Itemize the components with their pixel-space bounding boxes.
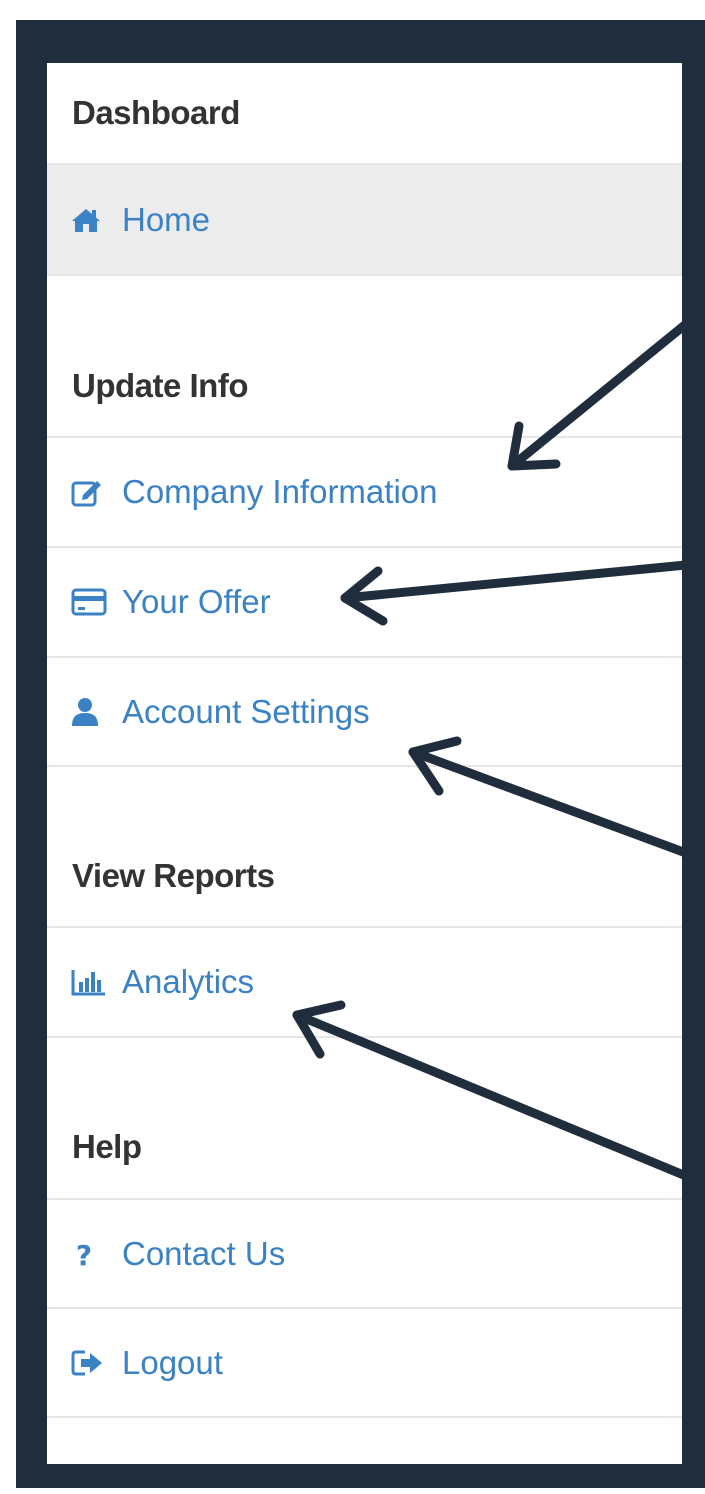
section-header-update-info: Update Info — [47, 276, 682, 438]
section-header-label: Help — [72, 1128, 142, 1165]
sidebar-item-label: Home — [122, 200, 211, 238]
section-header-help: Help — [47, 1038, 682, 1200]
sidebar-item-home[interactable]: Home — [47, 165, 682, 276]
section-header-label: Dashboard — [72, 94, 240, 131]
logout-icon — [71, 1344, 109, 1382]
question-icon: ? — [71, 1235, 109, 1273]
user-icon — [71, 693, 109, 731]
sidebar-item-your-offer[interactable]: Your Offer — [47, 548, 682, 658]
section-header-label: View Reports — [72, 856, 275, 894]
sidebar-item-label: Company Information — [122, 473, 438, 510]
sidebar-item-label: Your Offer — [122, 583, 271, 620]
sidebar-item-account-settings[interactable]: Account Settings — [47, 658, 682, 767]
sidebar-item-logout[interactable]: Logout — [47, 1309, 682, 1418]
section-header-view-reports: View Reports — [47, 767, 682, 928]
section-header-dashboard: Dashboard — [47, 63, 682, 165]
svg-text:?: ? — [76, 1239, 92, 1269]
sidebar-menu: Dashboard Home Update Info Company Infor… — [47, 63, 682, 1464]
section-header-label: Update Info — [72, 367, 248, 404]
sidebar-item-company-information[interactable]: Company Information — [47, 438, 682, 548]
sidebar-item-label: Analytics — [122, 963, 255, 1000]
sidebar-item-label: Contact Us — [122, 1234, 286, 1272]
bar-chart-icon — [71, 963, 109, 1001]
sidebar-item-analytics[interactable]: Analytics — [47, 928, 682, 1038]
edit-icon — [71, 473, 109, 511]
sidebar-item-contact-us[interactable]: ? Contact Us — [47, 1200, 682, 1309]
credit-card-icon — [71, 583, 109, 621]
sidebar-item-label: Account Settings — [122, 692, 370, 730]
home-icon — [71, 201, 109, 239]
sidebar-item-label: Logout — [122, 1343, 223, 1381]
